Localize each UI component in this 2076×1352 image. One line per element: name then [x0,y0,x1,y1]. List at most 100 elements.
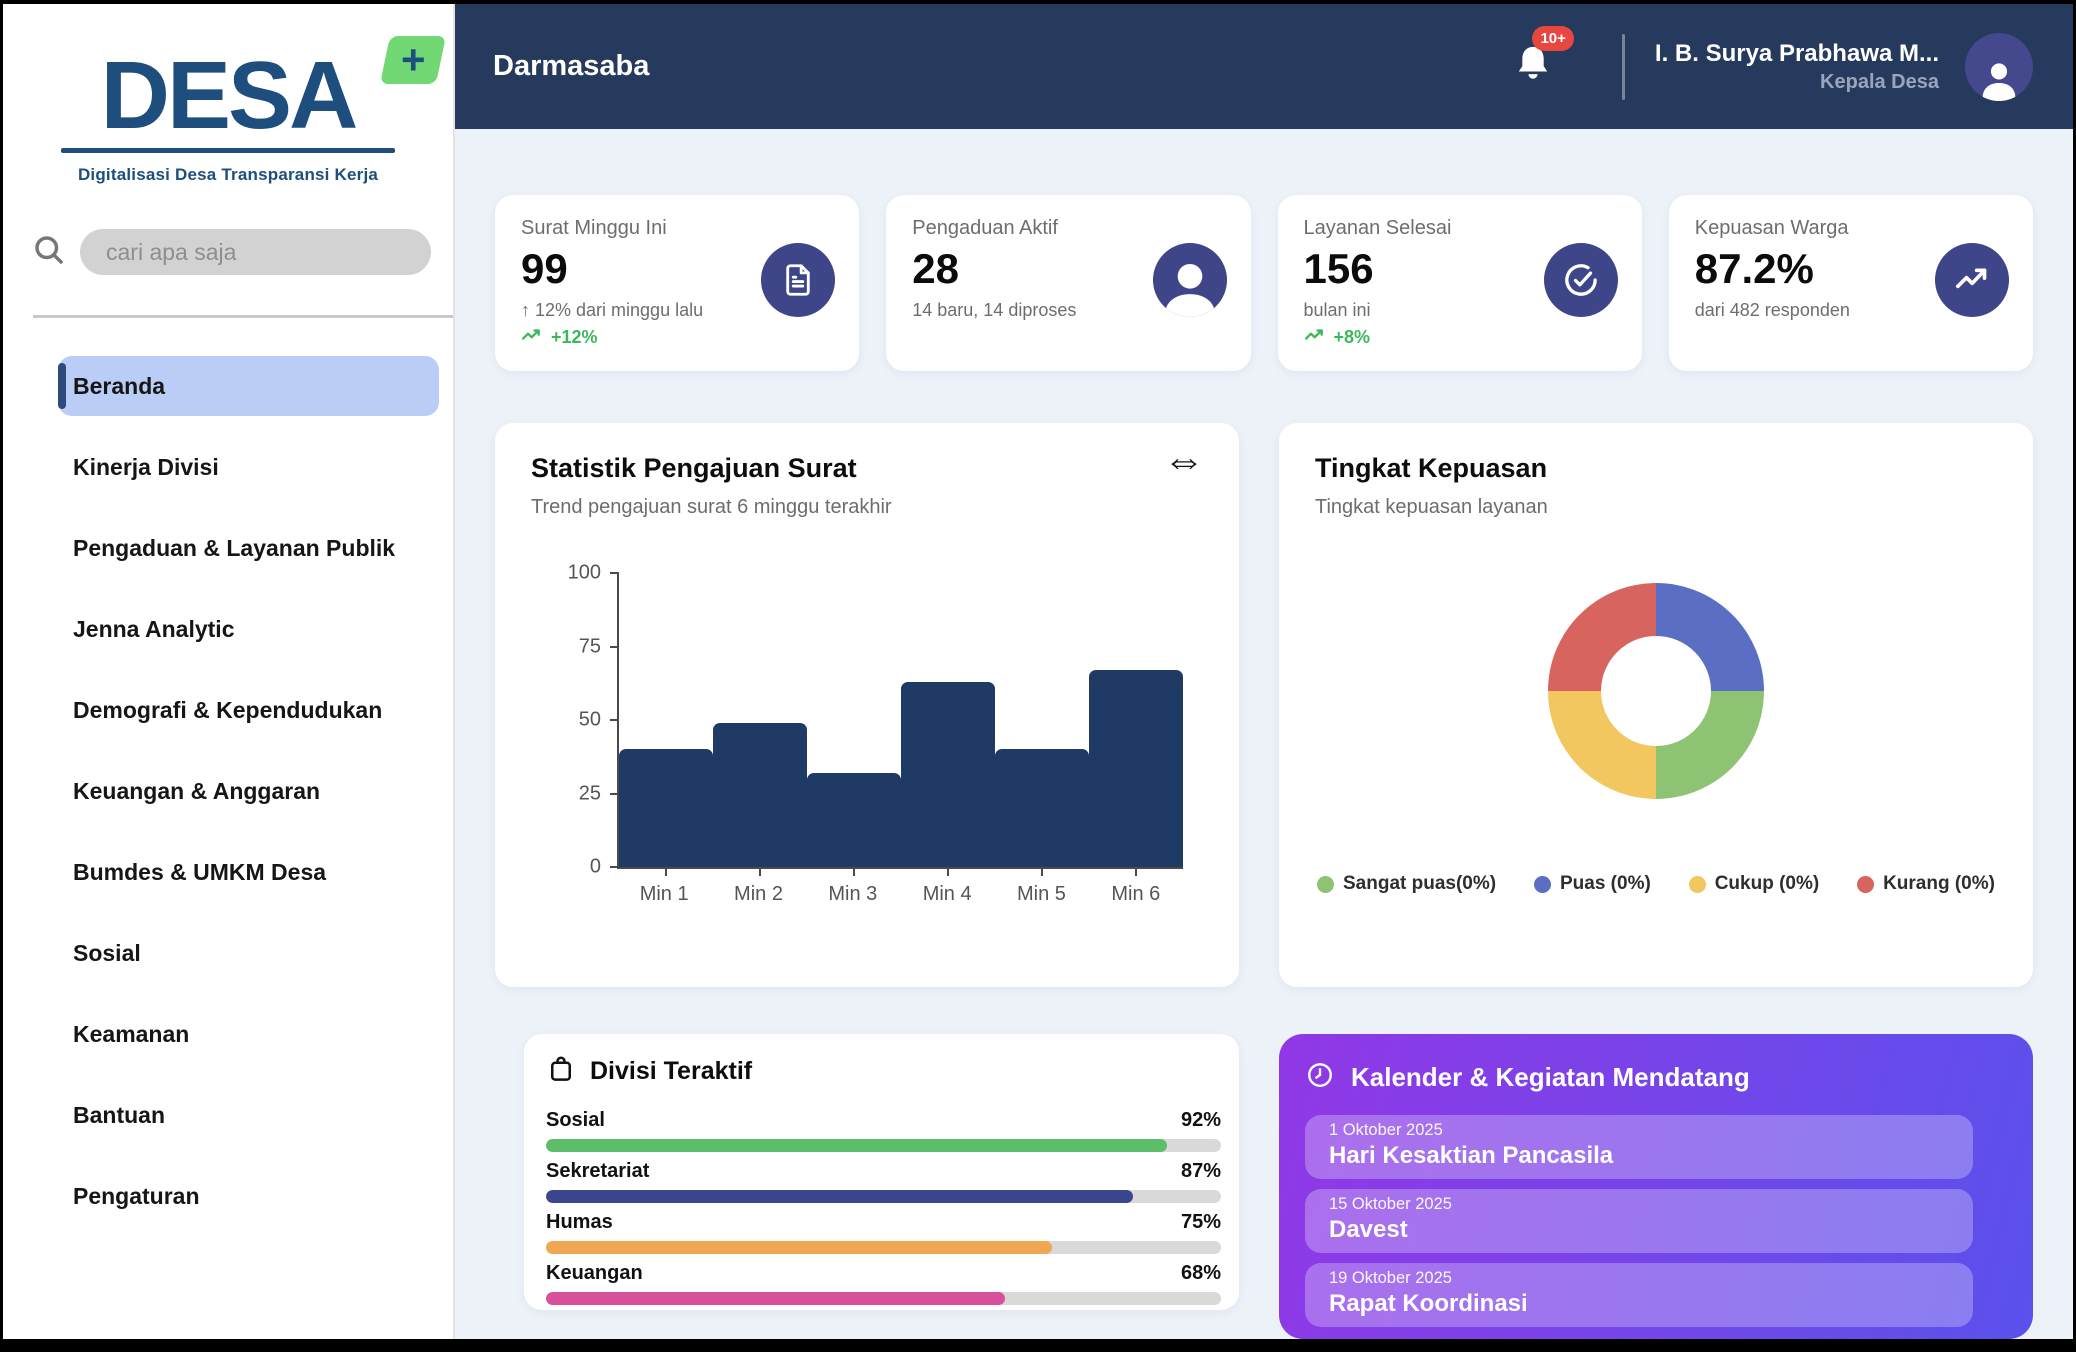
sidebar-item-label: Bantuan [73,1102,165,1129]
donut-title: Tingkat Kepuasan [1315,453,1997,484]
sidebar-item-label: Demografi & Kependudukan [73,697,382,724]
sidebar-item-jenna-analytic[interactable]: Jenna Analytic [58,599,439,659]
sidebar-item-kinerja-divisi[interactable]: Kinerja Divisi [58,437,439,497]
donut-subtitle: Tingkat kepuasan layanan [1315,496,1997,519]
y-axis-tick [610,646,619,648]
bar-chart-xlabels: Min 1Min 2Min 3Min 4Min 5Min 6 [617,883,1183,906]
sidebar-item-bantuan[interactable]: Bantuan [58,1085,439,1145]
division-row: Keuangan68% [546,1262,1221,1305]
chart-subtitle: Trend pengajuan surat 6 minggu terakhir [531,496,1203,519]
avatar[interactable] [1965,33,2033,101]
letters-chart-card: Statistik Pengajuan Surat Trend pengajua… [495,423,1239,987]
sidebar-item-label: Beranda [73,373,165,400]
resize-horizontal-icon[interactable]: ⇔ [1163,439,1205,481]
document-icon [761,243,835,317]
brand-tagline: Digitalisasi Desa Transparansi Kerja [3,165,453,185]
sidebar-item-keuangan-anggaran[interactable]: Keuangan & Anggaran [58,761,439,821]
x-axis-tick [759,867,761,876]
sidebar-item-pengaduan-layanan-publik[interactable]: Pengaduan & Layanan Publik [58,518,439,578]
clock-icon [1305,1060,1335,1095]
legend-item: Sangat puas(0%) [1317,873,1496,895]
top-header: Darmasaba 10+ I. B. Surya Prabhawa M... … [455,4,2073,129]
sidebar-item-label: Sosial [73,940,141,967]
calendar-title: Kalender & Kegiatan Mendatang [1351,1062,1750,1093]
notification-bell[interactable]: 10+ [1512,42,1554,91]
legend-label: Sangat puas(0%) [1343,873,1496,895]
division-progress-fill [546,1292,1005,1305]
donut-hole [1601,636,1711,746]
sidebar-item-sosial[interactable]: Sosial [58,923,439,983]
search-icon [31,232,67,273]
user-name: I. B. Surya Prabhawa M... [1655,40,1939,68]
sidebar-item-beranda[interactable]: Beranda [58,356,439,416]
legend-dot [1857,876,1874,893]
bar-min-2 [713,723,807,867]
division-percent: 87% [1181,1160,1221,1183]
donut-chart [1548,583,1764,799]
sidebar-item-demografi-kependudukan[interactable]: Demografi & Kependudukan [58,680,439,740]
calendar-event-date: 15 Oktober 2025 [1329,1195,1949,1214]
x-axis-tick [1041,867,1043,876]
y-axis-label: 0 [590,856,601,879]
sidebar-menu: Beranda Kinerja Divisi Pengaduan & Layanan… [58,356,439,1226]
sidebar-item-label: Kinerja Divisi [73,454,219,481]
sidebar-item-label: Pengaduan & Layanan Publik [73,535,395,562]
calendar-event-name: Hari Kesaktian Pancasila [1329,1142,1949,1170]
division-label: Sosial [546,1109,605,1132]
y-axis-label: 75 [579,635,601,658]
bell-icon [1512,73,1554,90]
bar-chart-plot: 0255075100 [617,573,1183,869]
sidebar-item-bumdes-umkm-desa[interactable]: Bumdes & UMKM Desa [58,842,439,902]
sidebar-item-label: Bumdes & UMKM Desa [73,859,326,886]
dashboard-content: Surat Minggu Ini99↑ 12% dari minggu lalu… [455,129,2073,1339]
calendar-event: 15 Oktober 2025Davest [1305,1189,1973,1253]
stat-card: Kepuasan Warga87.2%dari 482 responden [1669,195,2033,371]
legend-label: Cukup (0%) [1715,873,1820,895]
sidebar-item-pengaturan[interactable]: Pengaturan [58,1166,439,1226]
y-axis-label: 50 [579,709,601,732]
y-axis-tick [610,866,619,868]
sidebar-item-keamanan[interactable]: Keamanan [58,1004,439,1064]
division-row-header: Humas 75% [546,1211,1221,1234]
search-input[interactable] [80,229,431,275]
trend-up-icon [521,327,543,348]
division-progress-fill [546,1190,1133,1203]
sidebar-item-label: Keuangan & Anggaran [73,778,320,805]
sidebar-item-label: Keamanan [73,1021,189,1048]
legend-item: Puas (0%) [1534,873,1651,895]
stat-label: Surat Minggu Ini [521,217,833,240]
active-divisions-card: Divisi Teraktif Sosial92%Sekretariat87%H… [524,1034,1239,1310]
sidebar-divider [33,315,453,318]
x-axis-label: Min 1 [617,883,711,906]
trending-up-icon [1935,243,2009,317]
stat-card: Pengaduan Aktif2814 baru, 14 diproses [886,195,1250,371]
bar-min-3 [807,773,901,867]
division-label: Keuangan [546,1262,643,1285]
bar-chart-bars [619,573,1183,867]
stat-trend: +8% [1304,327,1616,348]
division-percent: 75% [1181,1211,1221,1234]
y-axis-tick [610,719,619,721]
legend-label: Puas (0%) [1560,873,1651,895]
stats-row: Surat Minggu Ini99↑ 12% dari minggu lalu… [495,195,2033,371]
stat-label: Kepuasan Warga [1695,217,2007,240]
division-row: Sekretariat87% [546,1160,1221,1203]
app-window: DESA + Digitalisasi Desa Transparansi Ke… [3,4,2073,1339]
y-axis-label: 25 [579,782,601,805]
calendar-card: Kalender & Kegiatan Mendatang 1 Oktober … [1279,1034,2033,1339]
user-role: Kepala Desa [1655,71,1939,94]
user-menu[interactable]: I. B. Surya Prabhawa M... Kepala Desa [1655,40,1939,94]
bar-chart: 0255075100 Min 1Min 2Min 3Min 4Min 5Min … [617,573,1183,869]
chart-title: Statistik Pengajuan Surat [531,453,1203,484]
division-progress-fill [546,1139,1167,1152]
brand-name: DESA [101,42,356,149]
calendar-events: 1 Oktober 2025Hari Kesaktian Pancasila15… [1305,1115,1973,1327]
division-label: Humas [546,1211,613,1234]
check-circle-icon [1544,243,1618,317]
search-row [31,229,431,275]
division-progress-track [546,1139,1221,1152]
x-axis-tick [1135,867,1137,876]
stat-label: Pengaduan Aktif [912,217,1224,240]
x-axis-label: Min 2 [711,883,805,906]
bar-min-4 [901,682,995,867]
